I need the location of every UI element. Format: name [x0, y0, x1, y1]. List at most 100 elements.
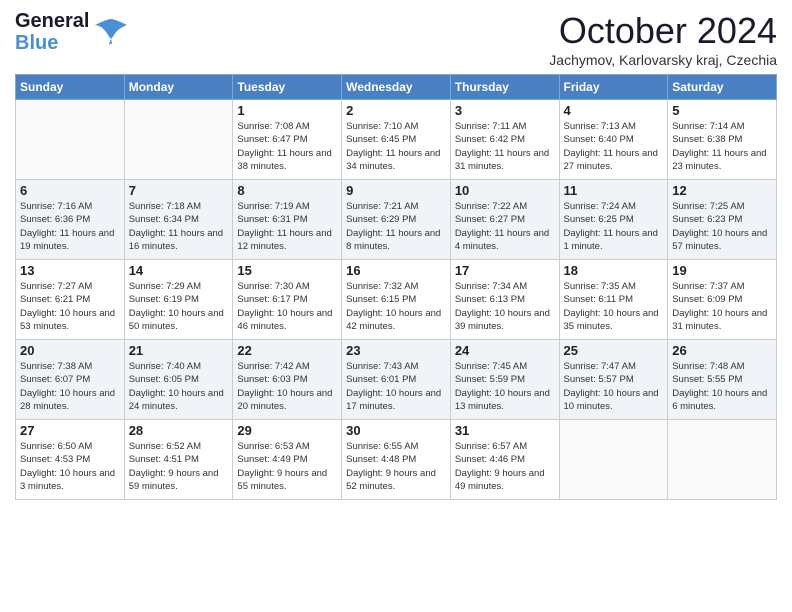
day-number: 23: [346, 343, 446, 358]
table-row: 19 Sunrise: 7:37 AM Sunset: 6:09 PM Dayli…: [668, 260, 777, 340]
day-info: Sunrise: 7:11 AM Sunset: 6:42 PM Dayligh…: [455, 120, 555, 173]
calendar-table: Sunday Monday Tuesday Wednesday Thursday…: [15, 74, 777, 500]
col-tuesday: Tuesday: [233, 75, 342, 100]
day-info: Sunrise: 7:34 AM Sunset: 6:13 PM Dayligh…: [455, 280, 555, 333]
day-info: Sunrise: 7:35 AM Sunset: 6:11 PM Dayligh…: [564, 280, 664, 333]
table-row: 20 Sunrise: 7:38 AM Sunset: 6:07 PM Dayli…: [16, 340, 125, 420]
table-row: 4 Sunrise: 7:13 AM Sunset: 6:40 PM Daylig…: [559, 100, 668, 180]
month-title: October 2024: [549, 10, 777, 52]
day-number: 1: [237, 103, 337, 118]
day-number: 13: [20, 263, 120, 278]
day-info: Sunrise: 7:13 AM Sunset: 6:40 PM Dayligh…: [564, 120, 664, 173]
table-row: 16Sunrise: 7:32 AM Sunset: 6:15 PM Dayli…: [342, 260, 451, 340]
day-info: Sunrise: 7:47 AM Sunset: 5:57 PM Dayligh…: [564, 360, 664, 413]
col-thursday: Thursday: [450, 75, 559, 100]
day-info: Sunrise: 7:22 AM Sunset: 6:27 PM Dayligh…: [455, 200, 555, 253]
day-info: Sunrise: 7:42 AM Sunset: 6:03 PM Dayligh…: [237, 360, 337, 413]
day-number: 30: [346, 423, 446, 438]
table-row: 9 Sunrise: 7:21 AM Sunset: 6:29 PM Daylig…: [342, 180, 451, 260]
day-number: 7: [129, 183, 229, 198]
logo: General Blue: [15, 10, 129, 54]
day-number: 12: [672, 183, 772, 198]
table-row: 23 Sunrise: 7:43 AM Sunset: 6:01 PM Dayli…: [342, 340, 451, 420]
day-number: 2: [346, 103, 446, 118]
day-number: 3: [455, 103, 555, 118]
table-row: [124, 100, 233, 180]
day-info: Sunrise: 7:21 AM Sunset: 6:29 PM Dayligh…: [346, 200, 446, 253]
day-number: 10: [455, 183, 555, 198]
table-row: 12 Sunrise: 7:25 AM Sunset: 6:23 PM Dayli…: [668, 180, 777, 260]
day-number: 17: [455, 263, 555, 278]
day-number: 27: [20, 423, 120, 438]
table-row: [559, 420, 668, 500]
col-sunday: Sunday: [16, 75, 125, 100]
col-saturday: Saturday: [668, 75, 777, 100]
table-row: 2Sunrise: 7:10 AM Sunset: 6:45 PM Daylig…: [342, 100, 451, 180]
day-info: Sunrise: 7:25 AM Sunset: 6:23 PM Dayligh…: [672, 200, 772, 253]
day-number: 15: [237, 263, 337, 278]
table-row: 21Sunrise: 7:40 AM Sunset: 6:05 PM Dayli…: [124, 340, 233, 420]
table-row: 18 Sunrise: 7:35 AM Sunset: 6:11 PM Dayli…: [559, 260, 668, 340]
calendar-week-row: 6 Sunrise: 7:16 AM Sunset: 6:36 PM Daylig…: [16, 180, 777, 260]
table-row: 6 Sunrise: 7:16 AM Sunset: 6:36 PM Daylig…: [16, 180, 125, 260]
day-number: 20: [20, 343, 120, 358]
day-number: 8: [237, 183, 337, 198]
table-row: 11Sunrise: 7:24 AM Sunset: 6:25 PM Dayli…: [559, 180, 668, 260]
table-row: 13 Sunrise: 7:27 AM Sunset: 6:21 PM Dayli…: [16, 260, 125, 340]
table-row: 30 Sunrise: 6:55 AM Sunset: 4:48 PM Dayli…: [342, 420, 451, 500]
day-number: 18: [564, 263, 664, 278]
day-info: Sunrise: 6:50 AM Sunset: 4:53 PM Dayligh…: [20, 440, 120, 493]
day-info: Sunrise: 7:29 AM Sunset: 6:19 PM Dayligh…: [129, 280, 229, 333]
day-number: 6: [20, 183, 120, 198]
day-number: 19: [672, 263, 772, 278]
day-number: 5: [672, 103, 772, 118]
table-row: 26Sunrise: 7:48 AM Sunset: 5:55 PM Dayli…: [668, 340, 777, 420]
table-row: 25 Sunrise: 7:47 AM Sunset: 5:57 PM Dayli…: [559, 340, 668, 420]
logo-text: General Blue: [15, 10, 89, 54]
day-info: Sunrise: 6:52 AM Sunset: 4:51 PM Dayligh…: [129, 440, 229, 493]
table-row: 8Sunrise: 7:19 AM Sunset: 6:31 PM Daylig…: [233, 180, 342, 260]
day-info: Sunrise: 7:16 AM Sunset: 6:36 PM Dayligh…: [20, 200, 120, 253]
day-info: Sunrise: 7:43 AM Sunset: 6:01 PM Dayligh…: [346, 360, 446, 413]
logo-bird-icon: [93, 17, 129, 47]
table-row: 3 Sunrise: 7:11 AM Sunset: 6:42 PM Daylig…: [450, 100, 559, 180]
day-info: Sunrise: 7:48 AM Sunset: 5:55 PM Dayligh…: [672, 360, 772, 413]
day-number: 21: [129, 343, 229, 358]
day-info: Sunrise: 7:37 AM Sunset: 6:09 PM Dayligh…: [672, 280, 772, 333]
day-info: Sunrise: 6:55 AM Sunset: 4:48 PM Dayligh…: [346, 440, 446, 493]
table-row: 5 Sunrise: 7:14 AM Sunset: 6:38 PM Daylig…: [668, 100, 777, 180]
col-friday: Friday: [559, 75, 668, 100]
col-monday: Monday: [124, 75, 233, 100]
table-row: 29Sunrise: 6:53 AM Sunset: 4:49 PM Dayli…: [233, 420, 342, 500]
day-number: 14: [129, 263, 229, 278]
day-number: 22: [237, 343, 337, 358]
day-info: Sunrise: 6:57 AM Sunset: 4:46 PM Dayligh…: [455, 440, 555, 493]
day-number: 4: [564, 103, 664, 118]
header: General Blue October 2024 Jachymov, Karl…: [15, 10, 777, 68]
calendar-week-row: 13 Sunrise: 7:27 AM Sunset: 6:21 PM Dayli…: [16, 260, 777, 340]
table-row: 14 Sunrise: 7:29 AM Sunset: 6:19 PM Dayli…: [124, 260, 233, 340]
table-row: 31Sunrise: 6:57 AM Sunset: 4:46 PM Dayli…: [450, 420, 559, 500]
table-row: 17 Sunrise: 7:34 AM Sunset: 6:13 PM Dayli…: [450, 260, 559, 340]
calendar-header-row: Sunday Monday Tuesday Wednesday Thursday…: [16, 75, 777, 100]
day-number: 11: [564, 183, 664, 198]
calendar-week-row: 27 Sunrise: 6:50 AM Sunset: 4:53 PM Dayli…: [16, 420, 777, 500]
day-info: Sunrise: 7:14 AM Sunset: 6:38 PM Dayligh…: [672, 120, 772, 173]
table-row: 15 Sunrise: 7:30 AM Sunset: 6:17 PM Dayli…: [233, 260, 342, 340]
table-row: [668, 420, 777, 500]
day-info: Sunrise: 7:18 AM Sunset: 6:34 PM Dayligh…: [129, 200, 229, 253]
table-row: 1Sunrise: 7:08 AM Sunset: 6:47 PM Daylig…: [233, 100, 342, 180]
day-info: Sunrise: 7:38 AM Sunset: 6:07 PM Dayligh…: [20, 360, 120, 413]
table-row: 7 Sunrise: 7:18 AM Sunset: 6:34 PM Daylig…: [124, 180, 233, 260]
day-info: Sunrise: 7:27 AM Sunset: 6:21 PM Dayligh…: [20, 280, 120, 333]
table-row: 10 Sunrise: 7:22 AM Sunset: 6:27 PM Dayli…: [450, 180, 559, 260]
table-row: 27 Sunrise: 6:50 AM Sunset: 4:53 PM Dayli…: [16, 420, 125, 500]
calendar-week-row: 1Sunrise: 7:08 AM Sunset: 6:47 PM Daylig…: [16, 100, 777, 180]
day-number: 25: [564, 343, 664, 358]
day-info: Sunrise: 7:30 AM Sunset: 6:17 PM Dayligh…: [237, 280, 337, 333]
col-wednesday: Wednesday: [342, 75, 451, 100]
day-number: 9: [346, 183, 446, 198]
page: General Blue October 2024 Jachymov, Karl…: [0, 0, 792, 612]
table-row: 22 Sunrise: 7:42 AM Sunset: 6:03 PM Dayli…: [233, 340, 342, 420]
day-info: Sunrise: 6:53 AM Sunset: 4:49 PM Dayligh…: [237, 440, 337, 493]
